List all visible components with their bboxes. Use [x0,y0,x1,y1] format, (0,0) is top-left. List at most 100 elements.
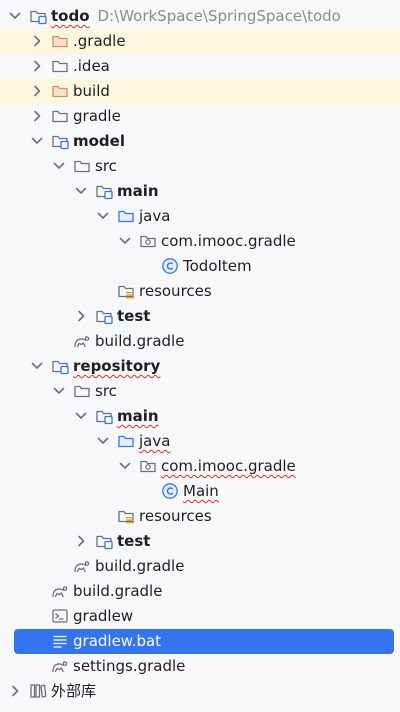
tree-item-label: gradlew [73,608,133,625]
chevron-down-icon[interactable] [52,159,66,173]
tree-row-gradlew[interactable]: gradlew [0,604,400,629]
tree-item-label: .gradle [73,33,126,50]
source-folder-icon [117,432,135,450]
tree-row-resources[interactable]: resources [0,504,400,529]
chevron-right-icon[interactable] [74,534,88,548]
tree-item-text: resources [139,282,212,300]
tree-item-label: main [117,183,159,200]
tree-item-text: TodoItem [183,257,252,275]
gradle-icon [51,657,69,675]
tree-item-text: Main [183,482,219,500]
tree-item-text: test [117,532,151,550]
chevron-right-icon[interactable] [74,309,88,323]
tree-row-test[interactable]: test [0,529,400,554]
tree-item-text: build.gradle [73,582,163,600]
tree-item-label: todo D:\WorkSpace\SpringSpace\todo [51,8,341,25]
terminal-file-icon [51,607,69,625]
tree-row-gradlew-bat[interactable]: gradlew.bat [14,629,394,654]
gradle-icon [73,332,91,350]
gradle-icon [73,557,91,575]
chevron-down-icon[interactable] [8,9,22,23]
tree-item-label: 外部库 [51,683,96,700]
tree-item-text: build.gradle [95,557,185,575]
tree-item-text: todo [51,7,90,25]
tree-item-text: .gradle [73,32,126,50]
tree-row-build-gradle[interactable]: build.gradle [0,579,400,604]
chevron-down-icon[interactable] [30,134,44,148]
tree-row-todo[interactable]: todo D:\WorkSpace\SpringSpace\todo [0,4,400,29]
chevron-down-icon[interactable] [118,234,132,248]
tree-row-settings-gradle[interactable]: settings.gradle [0,654,400,679]
tree-row-build-gradle[interactable]: build.gradle [0,554,400,579]
package-icon [139,457,157,475]
tree-item-text: test [117,307,151,325]
tree-row-com-imooc-gradle[interactable]: com.imooc.gradle [0,454,400,479]
source-folder-icon [117,207,135,225]
tree-item-label: com.imooc.gradle [161,458,296,475]
tree-row-repository[interactable]: repository [0,354,400,379]
tree-row-main[interactable]: main [0,404,400,429]
tree-row-model[interactable]: model [0,129,400,154]
tree-row-resources[interactable]: resources [0,279,400,304]
tree-item-label: resources [139,283,212,300]
tree-row-build[interactable]: build [0,79,400,104]
tree-item-text: java [139,207,171,225]
tree-row-java[interactable]: java [0,204,400,229]
module-icon [51,357,69,375]
class-icon [161,482,179,500]
class-icon [161,257,179,275]
tree-row-java[interactable]: java [0,429,400,454]
tree-row-idea[interactable]: .idea [0,54,400,79]
chevron-down-icon[interactable] [118,459,132,473]
tree-row-main[interactable]: Main [0,479,400,504]
text-file-icon [51,632,69,650]
module-folder-icon [95,407,113,425]
tree-item-text: model [73,132,125,150]
tree-item-label: resources [139,508,212,525]
tree-row-gradle[interactable]: .gradle [0,29,400,54]
tree-row-test[interactable]: test [0,304,400,329]
module-folder-icon [95,307,113,325]
tree-item-text: 外部库 [51,682,97,700]
chevron-down-icon[interactable] [96,209,110,223]
chevron-down-icon[interactable] [30,359,44,373]
tree-row-todoitem[interactable]: TodoItem [0,254,400,279]
tree-item-text: com.imooc.gradle [161,232,296,250]
chevron-down-icon[interactable] [52,384,66,398]
tree-row-main[interactable]: main [0,179,400,204]
folder-icon [73,157,91,175]
chevron-down-icon[interactable] [74,184,88,198]
tree-item-text: gradlew [73,607,134,625]
tree-item-label: .idea [73,58,110,75]
tree-item-text: build [73,82,110,100]
tree-row-src[interactable]: src [0,154,400,179]
chevron-down-icon[interactable] [96,434,110,448]
chevron-right-icon[interactable] [30,84,44,98]
folder-icon [51,107,69,125]
package-icon [139,232,157,250]
tree-item-label: build.gradle [95,333,184,350]
tree-item-label: java [139,208,170,225]
tree-row-src[interactable]: src [0,379,400,404]
tree-item-label: com.imooc.gradle [161,233,296,250]
folder-orange-icon [51,32,69,50]
tree-item-label: build.gradle [95,558,184,575]
chevron-down-icon[interactable] [74,409,88,423]
tree-item-text: src [95,382,117,400]
tree-item-label: test [117,308,150,325]
chevron-right-icon[interactable] [30,109,44,123]
folder-icon [73,382,91,400]
chevron-right-icon[interactable] [30,34,44,48]
tree-item-text: gradlew.bat [73,632,162,650]
tree-item-text: .idea [73,57,110,75]
tree-item-text: build.gradle [95,332,185,350]
tree-row-gradle[interactable]: gradle [0,104,400,129]
chevron-right-icon[interactable] [8,684,22,698]
tree-item-text: com.imooc.gradle [161,457,296,475]
tree-row-build-gradle[interactable]: build.gradle [0,329,400,354]
tree-item-label: gradlew.bat [73,633,161,650]
tree-row-com-imooc-gradle[interactable]: com.imooc.gradle [0,229,400,254]
tree-item-text: src [95,157,117,175]
chevron-right-icon[interactable] [30,59,44,73]
tree-row-[interactable]: 外部库 [0,679,400,704]
